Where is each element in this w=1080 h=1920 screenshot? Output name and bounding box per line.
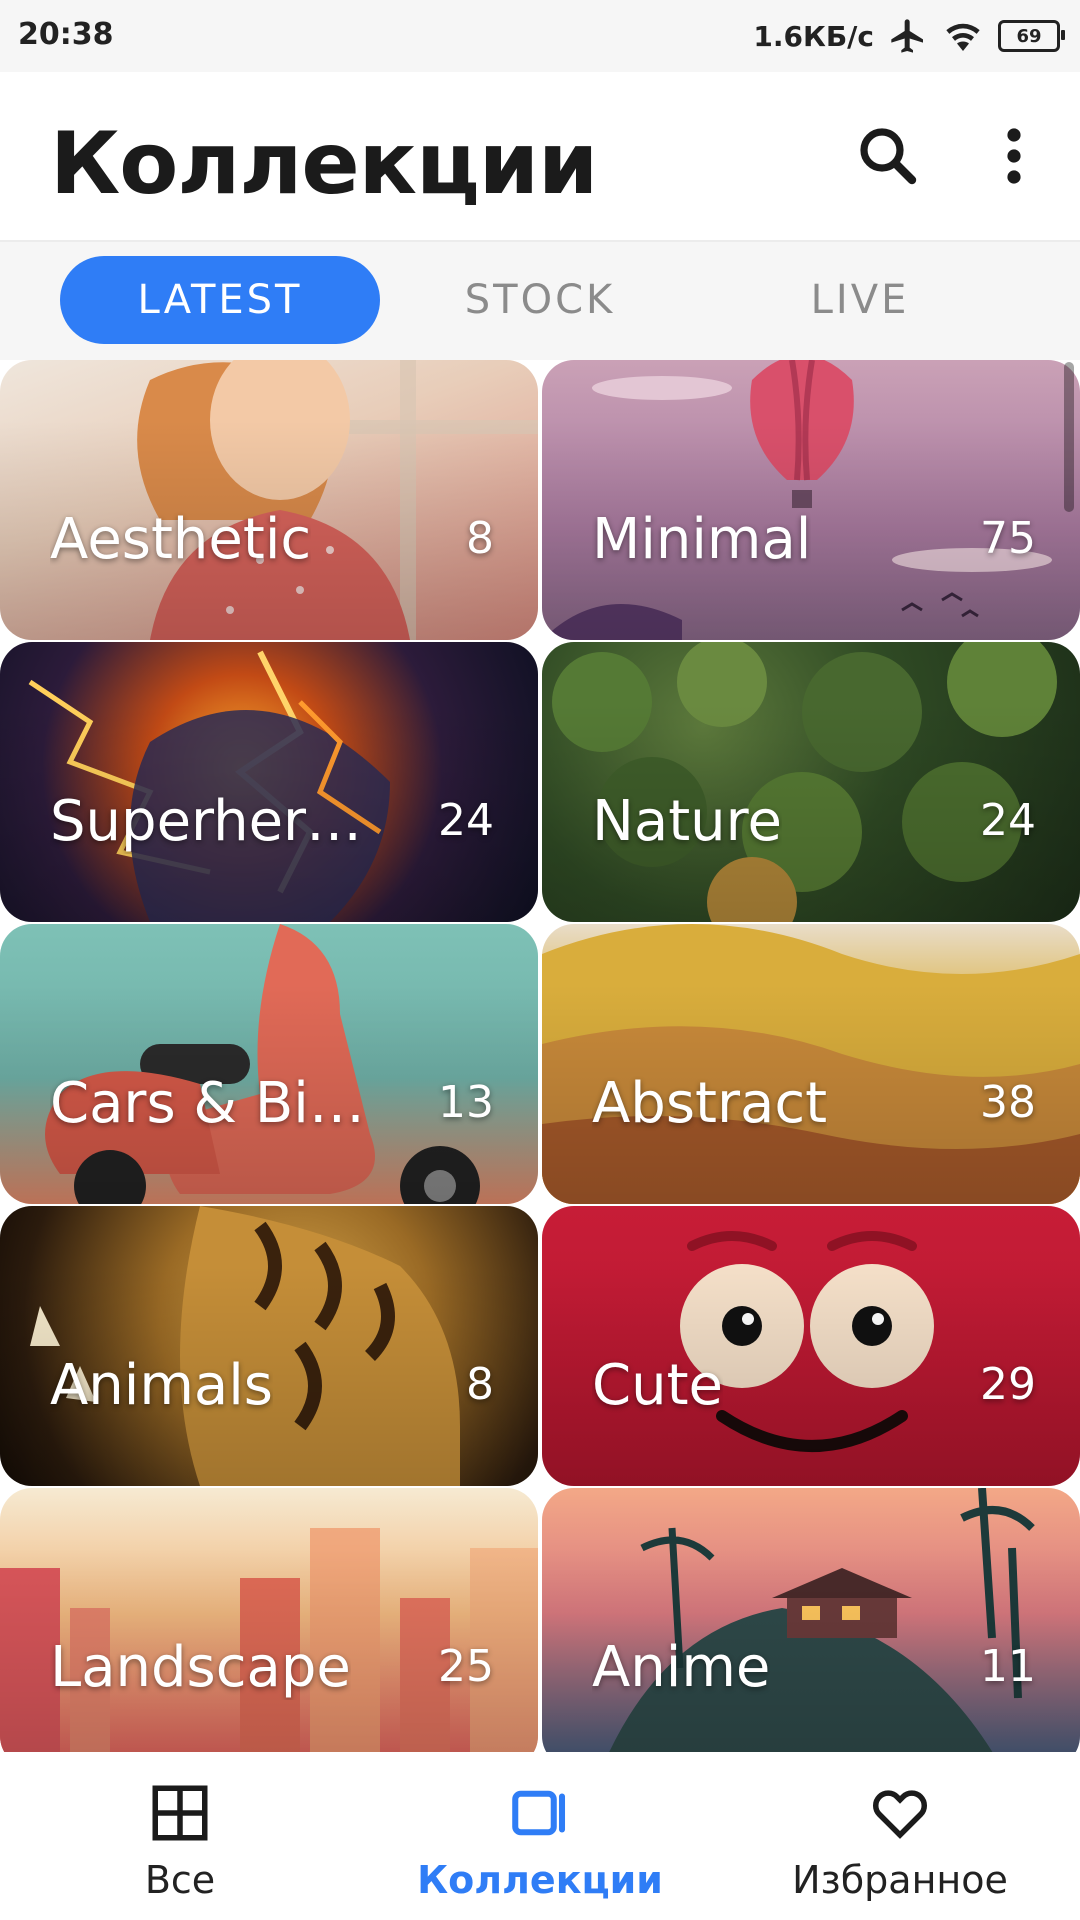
tab-label: STOCK <box>464 277 616 323</box>
tab-live[interactable]: LIVE <box>700 256 1020 344</box>
collection-name: Cars & Bi… <box>50 1071 365 1136</box>
collection-card-landscape[interactable]: Landscape 25 <box>0 1488 538 1752</box>
collection-count: 38 <box>980 1077 1036 1128</box>
bottom-navigation: Все Коллекции Избранное <box>0 1752 1080 1920</box>
collection-name: Abstract <box>592 1071 828 1136</box>
collection-card-cute[interactable]: Cute 29 <box>542 1206 1080 1486</box>
nav-item-favorites[interactable]: Избранное <box>750 1752 1050 1920</box>
page-title: Коллекции <box>50 114 598 214</box>
collection-name: Nature <box>592 789 782 854</box>
collection-count: 11 <box>980 1641 1036 1692</box>
grid-icon <box>152 1785 208 1841</box>
tab-stock[interactable]: STOCK <box>380 256 700 344</box>
nav-item-collections[interactable]: Коллекции <box>390 1752 690 1920</box>
collection-name: Superher… <box>50 789 363 854</box>
collection-card-aesthetic[interactable]: Aesthetic 8 <box>0 360 538 640</box>
collection-count: 24 <box>980 795 1036 846</box>
tab-label: LATEST <box>137 277 303 323</box>
tab-latest[interactable]: LATEST <box>60 256 380 344</box>
collection-name: Animals <box>50 1353 273 1418</box>
collection-card-abstract[interactable]: Abstract 38 <box>542 924 1080 1204</box>
app-header: Коллекции <box>0 72 1080 242</box>
scrollbar[interactable] <box>1064 362 1074 512</box>
collections-icon <box>512 1790 566 1836</box>
battery-level: 69 <box>1016 25 1042 47</box>
collection-name: Anime <box>592 1635 771 1700</box>
nav-label: Все <box>144 1858 216 1902</box>
collection-count: 24 <box>438 795 494 846</box>
collection-card-animals[interactable]: Animals 8 <box>0 1206 538 1486</box>
status-icons: 1.6КБ/с 69 <box>753 14 1065 58</box>
collection-name: Aesthetic <box>50 507 312 572</box>
tab-label: LIVE <box>810 277 910 323</box>
collections-grid: Aesthetic 8 Minimal 75 Superher… 24 Natu… <box>0 360 1080 1752</box>
tab-bar: LATEST STOCK LIVE <box>0 242 1080 360</box>
collection-card-nature[interactable]: Nature 24 <box>542 642 1080 922</box>
airplane-icon <box>891 19 923 53</box>
collection-count: 13 <box>438 1077 494 1128</box>
collection-count: 29 <box>980 1359 1036 1410</box>
collection-card-anime[interactable]: Anime 11 <box>542 1488 1080 1752</box>
collection-count: 25 <box>438 1641 494 1692</box>
collection-name: Minimal <box>592 507 812 572</box>
wifi-icon <box>946 23 980 51</box>
collection-count: 8 <box>466 513 494 564</box>
collection-card-cars-bikes[interactable]: Cars & Bi… 13 <box>0 924 538 1204</box>
search-icon[interactable] <box>852 120 924 192</box>
collection-count: 75 <box>980 513 1036 564</box>
collection-count: 8 <box>466 1359 494 1410</box>
collection-name: Cute <box>592 1353 724 1418</box>
network-speed: 1.6КБ/с <box>753 19 874 53</box>
collection-card-minimal[interactable]: Minimal 75 <box>542 360 1080 640</box>
collection-card-superheroes[interactable]: Superher… 24 <box>0 642 538 922</box>
collection-name: Landscape <box>50 1635 351 1700</box>
nav-label: Коллекции <box>417 1858 663 1902</box>
status-time: 20:38 <box>18 17 114 52</box>
more-vert-icon[interactable] <box>978 120 1050 192</box>
nav-label: Избранное <box>792 1858 1008 1902</box>
nav-item-all[interactable]: Все <box>30 1752 330 1920</box>
battery-icon: 69 <box>998 20 1065 52</box>
status-bar: 20:38 1.6КБ/с 69 <box>0 0 1080 72</box>
heart-icon <box>873 1790 927 1839</box>
